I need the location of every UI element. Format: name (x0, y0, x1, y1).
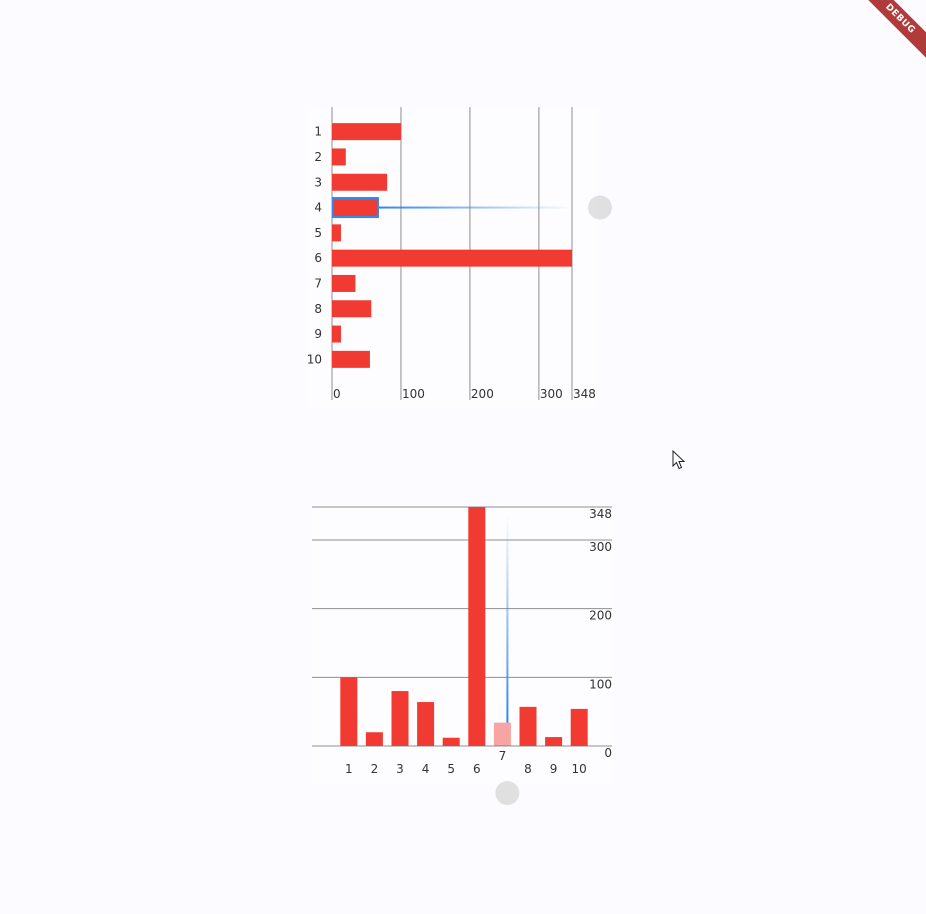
x-tick-label: 8 (524, 762, 532, 776)
bar (570, 708, 588, 746)
y-tick-label: 348 (589, 507, 612, 521)
x-tick-label: 7 (499, 749, 507, 763)
bar (391, 691, 409, 746)
app-root: 0 100 200 300 348 1 2 3 4 5 6 7 8 9 10 0 100 200 300 348 1 2… (0, 0, 926, 914)
crosshair-line (506, 515, 509, 723)
scroll-handle-icon[interactable] (495, 781, 520, 805)
bar (442, 737, 460, 746)
mouse-cursor-icon (672, 450, 686, 470)
y-tick-label: 0 (604, 746, 612, 760)
bar (365, 732, 383, 746)
bar (519, 706, 537, 746)
bar (340, 677, 358, 746)
x-tick-label: 2 (371, 762, 379, 776)
vertical-bar-chart[interactable]: 0 100 200 300 348 1 2 3 4 5 6 7 8 9 10 (0, 0, 926, 914)
y-tick-label: 300 (589, 540, 612, 554)
x-tick-label: 4 (422, 762, 430, 776)
y-tick-label: 100 (589, 677, 612, 691)
y-tick-label: 200 (589, 609, 612, 623)
bar (493, 722, 511, 746)
x-tick-label: 5 (447, 762, 455, 776)
x-tick-label: 10 (572, 762, 587, 776)
x-tick-label: 1 (345, 762, 353, 776)
x-tick-label: 6 (473, 762, 481, 776)
bar (545, 737, 563, 746)
x-tick-label: 9 (550, 762, 558, 776)
bar (417, 702, 435, 746)
x-tick-label: 3 (396, 762, 404, 776)
bar (468, 507, 486, 746)
